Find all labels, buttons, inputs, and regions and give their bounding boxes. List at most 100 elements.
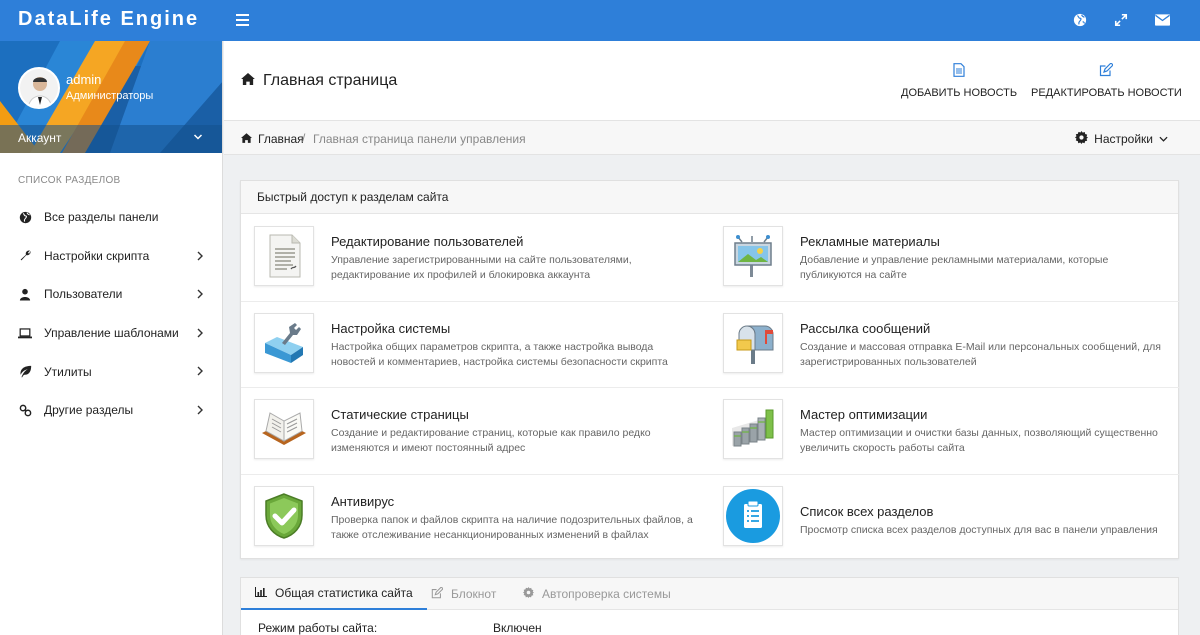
tab-notepad[interactable]: Блокнот [431, 578, 496, 610]
bar-chart-icon [255, 586, 267, 600]
user-name: admin [66, 72, 102, 87]
breadcrumb-home-label: Главная [258, 132, 304, 146]
tab-system-check[interactable]: Автопроверка системы [523, 578, 671, 610]
gear-icon [1075, 131, 1089, 147]
book-icon [254, 399, 314, 459]
chevron-right-icon [196, 288, 204, 302]
stats-tabs: Общая статистика сайта Блокнот Автопрове… [241, 578, 1178, 610]
quick-item-desc: Настройка общих параметров скрипта, а та… [331, 340, 668, 368]
page-header: Главная страница ДОБАВИТЬ НОВОСТЬ РЕДАКТ… [224, 41, 1200, 121]
shield-check-icon [254, 485, 314, 546]
tab-label: Блокнот [451, 587, 497, 601]
quick-item-users[interactable]: Редактирование пользователей Управление … [241, 214, 710, 301]
quick-item-title: Настройка системы [331, 320, 451, 336]
sidebar-nav: Все разделы панели Настройки скрипта Пол… [0, 198, 222, 430]
bar-chart-icon [723, 399, 783, 459]
quick-item-desc: Проверка папок и файлов скрипта на налич… [331, 513, 693, 541]
sidebar-title: СПИСОК РАЗДЕЛОВ [18, 175, 121, 186]
sidebar-item-users[interactable]: Пользователи [0, 275, 222, 314]
tab-label: Автопроверка системы [542, 587, 671, 601]
sidebar-item-utilities[interactable]: Утилиты [0, 352, 222, 391]
breadcrumb: Главная / Главная страница панели управл… [224, 121, 1200, 155]
quick-access-title: Быстрый доступ к разделам сайта [241, 181, 1178, 214]
expand-icon[interactable] [1112, 11, 1130, 29]
quick-item-system-settings[interactable]: Настройка системы Настройка общих параме… [241, 301, 710, 388]
chevron-right-icon [196, 327, 204, 341]
sidebar-item-label: Утилиты [44, 364, 92, 379]
site-mode-value: Включен [493, 621, 542, 635]
quick-item-ads[interactable]: Рекламные материалы Добавление и управле… [710, 214, 1179, 301]
account-label: Аккаунт [18, 131, 62, 145]
sidebar-item-script-settings[interactable]: Настройки скрипта [0, 237, 222, 276]
quick-item-title: Рекламные материалы [800, 234, 940, 249]
top-bar: DataLife Engine [0, 0, 1200, 41]
sidebar-item-label: Настройки скрипта [44, 248, 150, 263]
quick-item-title: Список всех разделов [800, 503, 934, 519]
chevron-right-icon [196, 250, 204, 264]
quick-item-static-pages[interactable]: Статические страницы Создание и редактир… [241, 387, 710, 474]
settings-label: Настройки [1094, 132, 1153, 146]
main-content: Главная страница ДОБАВИТЬ НОВОСТЬ РЕДАКТ… [224, 41, 1200, 635]
quick-item-title: Статические страницы [331, 407, 469, 422]
edit-news-label: РЕДАКТИРОВАТЬ НОВОСТИ [1031, 87, 1182, 99]
sidebar-item-label: Все разделы панели [44, 210, 159, 225]
leaf-icon [18, 365, 32, 379]
quick-item-desc: Мастер оптимизации и очистки базы данных… [800, 427, 1158, 454]
quick-item-antivirus[interactable]: Антивирус Проверка папок и файлов скрипт… [241, 474, 710, 561]
quick-item-desc: Просмотр списка всех разделов доступных … [800, 523, 1158, 536]
avatar[interactable] [18, 67, 60, 109]
edit-news-button[interactable]: РЕДАКТИРОВАТЬ НОВОСТИ [1031, 63, 1182, 99]
mailbox-icon [723, 312, 783, 373]
page-title-text: Главная страница [263, 72, 398, 89]
sidebar-item-all-sections[interactable]: Все разделы панели [0, 198, 222, 237]
chevron-down-icon [1159, 132, 1168, 146]
quick-item-all-sections[interactable]: Список всех разделов Просмотр списка все… [710, 474, 1179, 561]
globe-icon[interactable] [1071, 11, 1089, 29]
home-icon [241, 132, 252, 146]
quick-item-title: Мастер оптимизации [800, 407, 928, 422]
globe-icon [18, 210, 32, 224]
wrench-icon [18, 249, 32, 263]
laptop-icon [18, 326, 32, 340]
settings-dropdown[interactable]: Настройки [1075, 131, 1168, 147]
link-icon [18, 403, 32, 417]
toolbox-icon [254, 312, 314, 373]
billboard-icon [723, 226, 783, 286]
envelope-icon[interactable] [1153, 11, 1171, 29]
user-profile-panel: admin Администраторы Аккаунт [0, 41, 222, 153]
quick-access-panel: Быстрый доступ к разделам сайта Редактир… [240, 180, 1180, 561]
sidebar-item-label: Пользователи [44, 287, 123, 302]
quick-item-mailing[interactable]: Рассылка сообщений Создание и массовая о… [710, 301, 1179, 388]
user-group: Администраторы [66, 90, 154, 102]
quick-item-desc: Создание и массовая отправка E-Mail или … [800, 340, 1161, 368]
site-mode-label: Режим работы сайта: [258, 621, 378, 635]
menu-toggle-icon[interactable] [236, 12, 250, 28]
chevron-right-icon [196, 365, 204, 379]
chevron-down-icon [193, 131, 203, 145]
tab-general-stats[interactable]: Общая статистика сайта [241, 578, 427, 610]
clipboard-list-icon [723, 485, 783, 546]
chevron-right-icon [196, 404, 204, 418]
sidebar-item-label: Управление шаблонами [44, 326, 179, 341]
stats-panel: Общая статистика сайта Блокнот Автопрове… [240, 577, 1179, 635]
sidebar: admin Администраторы Аккаунт СПИСОК РАЗД… [0, 41, 223, 635]
account-dropdown[interactable]: Аккаунт [0, 125, 222, 153]
edit-icon [1031, 63, 1182, 79]
document-icon [254, 226, 314, 286]
breadcrumb-current: Главная страница панели управления [313, 132, 526, 146]
breadcrumb-home[interactable]: Главная [241, 132, 304, 146]
gear-icon [523, 587, 534, 601]
home-icon [241, 72, 255, 90]
user-icon [18, 287, 32, 301]
add-news-button[interactable]: ДОБАВИТЬ НОВОСТЬ [901, 63, 1017, 99]
sidebar-item-templates[interactable]: Управление шаблонами [0, 314, 222, 353]
quick-item-optimization[interactable]: Мастер оптимизации Мастер оптимизации и … [710, 387, 1179, 474]
breadcrumb-separator: / [302, 131, 306, 145]
tab-label: Общая статистика сайта [275, 586, 413, 600]
file-text-icon [901, 63, 1017, 79]
edit-icon [431, 585, 444, 602]
page-title: Главная страница [241, 72, 397, 90]
sidebar-item-other[interactable]: Другие разделы [0, 391, 222, 430]
brand-logo[interactable]: DataLife Engine [18, 8, 199, 31]
quick-item-desc: Создание и редактирование страниц, котор… [331, 427, 651, 454]
